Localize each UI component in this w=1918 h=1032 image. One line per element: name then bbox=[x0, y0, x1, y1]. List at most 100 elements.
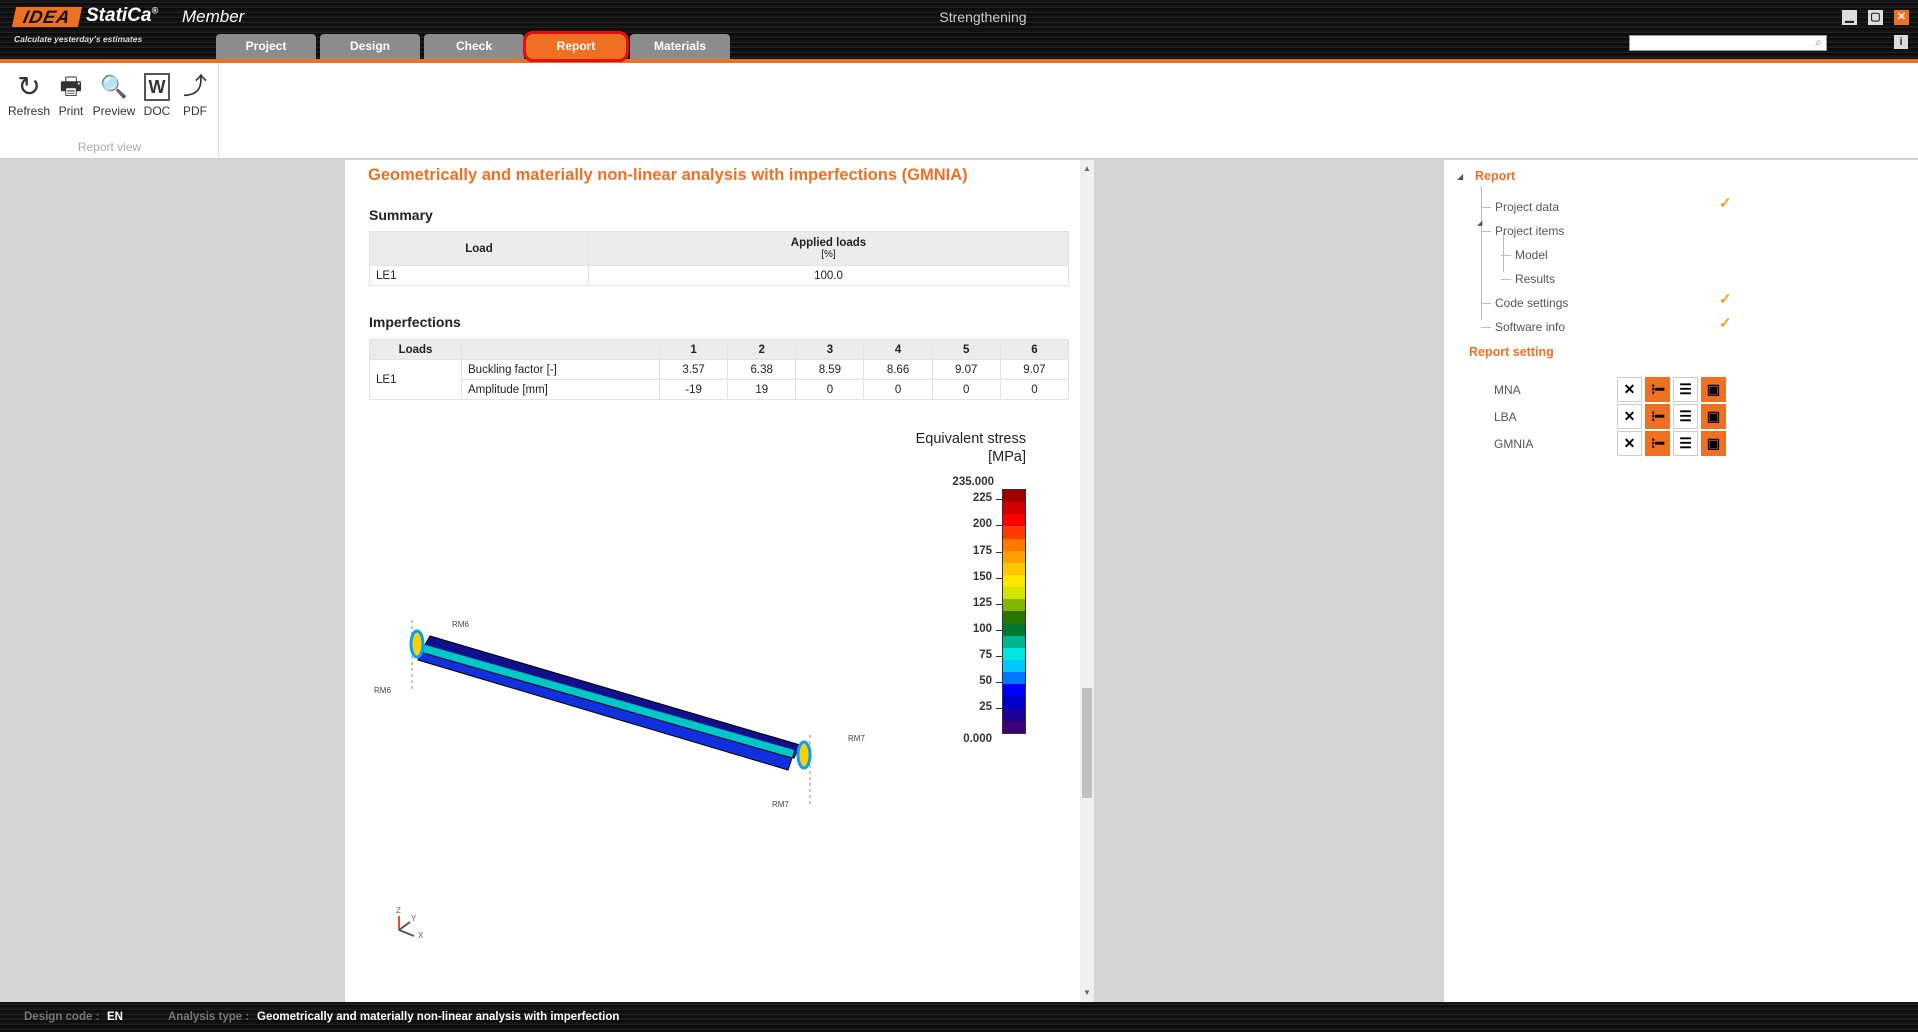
scroll-down-arrow-icon[interactable]: ▼ bbox=[1083, 988, 1091, 997]
checkbox-checked-icon[interactable]: ✓ bbox=[1719, 290, 1732, 308]
imperfections-heading: Imperfections bbox=[369, 314, 461, 330]
color-band bbox=[1003, 659, 1025, 673]
search-input[interactable]: ⌕ bbox=[1629, 35, 1827, 51]
color-band bbox=[1003, 623, 1025, 636]
tree-item-project-data[interactable]: Project data bbox=[1495, 200, 1559, 214]
legend-tick-label: 25 bbox=[979, 700, 992, 713]
tree-item-model[interactable]: Model bbox=[1515, 248, 1548, 262]
doc-label: DOC bbox=[143, 104, 171, 118]
preview-button[interactable]: 🔍 Preview bbox=[92, 70, 136, 118]
none-icon[interactable]: ✕ bbox=[1617, 404, 1642, 429]
picture-icon[interactable]: ▣ bbox=[1701, 377, 1726, 402]
refresh-button[interactable]: ↻ Refresh bbox=[8, 70, 50, 118]
picture-icon[interactable]: ▣ bbox=[1701, 431, 1726, 456]
tab-check[interactable]: Check bbox=[424, 34, 524, 59]
legend-tick-mark bbox=[996, 551, 1002, 553]
axis-y-label: Y bbox=[411, 914, 417, 923]
minimize-button[interactable]: ▁ bbox=[1842, 10, 1857, 25]
scrollbar-thumb[interactable] bbox=[1082, 688, 1092, 798]
label-rm7-right: RM7 bbox=[848, 734, 865, 743]
color-band bbox=[1003, 526, 1025, 539]
tree-line bbox=[1481, 231, 1491, 232]
imperfections-table: Loads 1 2 3 4 5 6 LE1 Buckling factor [-… bbox=[369, 339, 1070, 400]
brief-icon[interactable]: ⁝━ bbox=[1645, 431, 1670, 456]
print-button[interactable]: 🖶 Print bbox=[54, 70, 88, 118]
legend-tick-label: 50 bbox=[979, 674, 992, 687]
label-rm6-top: RM6 bbox=[452, 620, 469, 629]
col-4: 4 bbox=[863, 339, 933, 360]
tab-project[interactable]: Project bbox=[216, 34, 316, 59]
color-band bbox=[1003, 696, 1025, 709]
col-2: 2 bbox=[727, 339, 797, 360]
col-quantity bbox=[461, 339, 660, 360]
applied-loads-unit: [%] bbox=[821, 249, 836, 260]
col-3: 3 bbox=[795, 339, 865, 360]
collapse-report-icon[interactable]: ◢ bbox=[1457, 172, 1463, 181]
doc-button[interactable]: W DOC bbox=[140, 70, 174, 118]
col-applied-loads: Applied loads [%] bbox=[588, 231, 1069, 266]
search-icon[interactable]: ⌕ bbox=[1815, 35, 1822, 50]
design-code-label: Design code : bbox=[24, 1011, 100, 1023]
collapse-project-items-icon[interactable]: ◢ bbox=[1477, 219, 1482, 227]
tree-item-code-settings[interactable]: Code settings bbox=[1495, 296, 1568, 310]
checkbox-checked-icon[interactable]: ✓ bbox=[1719, 194, 1732, 212]
color-band bbox=[1003, 502, 1025, 515]
info-button[interactable]: i bbox=[1894, 35, 1908, 49]
checkbox-checked-icon[interactable]: ✓ bbox=[1719, 314, 1732, 332]
tree-item-results[interactable]: Results bbox=[1515, 272, 1555, 286]
report-scrollbar[interactable] bbox=[1080, 160, 1094, 1002]
cell: 0 bbox=[795, 379, 865, 400]
tree-item-software-info[interactable]: Software info bbox=[1495, 320, 1565, 334]
legend-tick-label: 100 bbox=[972, 622, 992, 635]
scroll-up-arrow-icon[interactable]: ▲ bbox=[1083, 164, 1091, 173]
legend-tick-label: 175 bbox=[972, 544, 992, 557]
legend-tick-mark bbox=[996, 603, 1002, 605]
detailed-list-icon[interactable]: ☰ bbox=[1673, 404, 1698, 429]
legend-tick-mark bbox=[996, 577, 1002, 579]
legend-unit: [MPa] bbox=[988, 449, 1026, 465]
beam-web bbox=[420, 644, 794, 758]
col-6: 6 bbox=[999, 339, 1070, 360]
color-band bbox=[1003, 587, 1025, 600]
cell: Buckling factor [-] bbox=[461, 359, 660, 380]
tree-item-project-items[interactable]: Project items bbox=[1495, 224, 1564, 238]
color-band bbox=[1003, 599, 1025, 612]
col-5: 5 bbox=[931, 339, 1001, 360]
detailed-list-icon[interactable]: ☰ bbox=[1673, 431, 1698, 456]
color-band bbox=[1003, 672, 1025, 685]
tree-line bbox=[1501, 255, 1511, 256]
color-band bbox=[1003, 684, 1025, 697]
brief-icon[interactable]: ⁝━ bbox=[1645, 377, 1670, 402]
color-band bbox=[1003, 647, 1025, 660]
summary-heading: Summary bbox=[369, 207, 433, 223]
setting-label-gmnia: GMNIA bbox=[1494, 437, 1534, 451]
col-load: Load bbox=[369, 231, 589, 266]
window-title: Strengthening bbox=[939, 9, 1027, 25]
beam-3d-view: RM6 RM6 RM7 RM7 Z Y X bbox=[374, 620, 865, 940]
tab-design[interactable]: Design bbox=[320, 34, 420, 59]
close-button[interactable]: ✕ bbox=[1894, 10, 1909, 25]
none-icon[interactable]: ✕ bbox=[1617, 377, 1642, 402]
pdf-button[interactable]: ⤴ PDF bbox=[178, 70, 212, 118]
detailed-list-icon[interactable]: ☰ bbox=[1673, 377, 1698, 402]
legend-min-label: 0.000 bbox=[963, 733, 992, 745]
tree-root-report[interactable]: Report bbox=[1475, 169, 1515, 183]
legend-max-label: 235.000 bbox=[952, 476, 994, 488]
color-band bbox=[1003, 720, 1025, 733]
axes-triad-icon: Z Y X bbox=[396, 906, 424, 940]
color-band bbox=[1003, 490, 1025, 503]
tab-materials[interactable]: Materials bbox=[630, 34, 730, 59]
word-doc-icon: W bbox=[144, 73, 170, 101]
brief-icon[interactable]: ⁝━ bbox=[1645, 404, 1670, 429]
picture-icon[interactable]: ▣ bbox=[1701, 404, 1726, 429]
setting-label-mna: MNA bbox=[1494, 383, 1521, 397]
legend-tick-mark bbox=[996, 681, 1002, 683]
color-band bbox=[1003, 708, 1025, 721]
none-icon[interactable]: ✕ bbox=[1617, 431, 1642, 456]
tree-line bbox=[1481, 207, 1491, 208]
maximize-button[interactable]: ▢ bbox=[1868, 10, 1883, 25]
tagline: Calculate yesterday's estimates bbox=[14, 34, 143, 44]
ribbon bbox=[0, 63, 1918, 159]
tab-report[interactable]: Report bbox=[523, 31, 629, 62]
cell-load: LE1 bbox=[369, 359, 462, 400]
